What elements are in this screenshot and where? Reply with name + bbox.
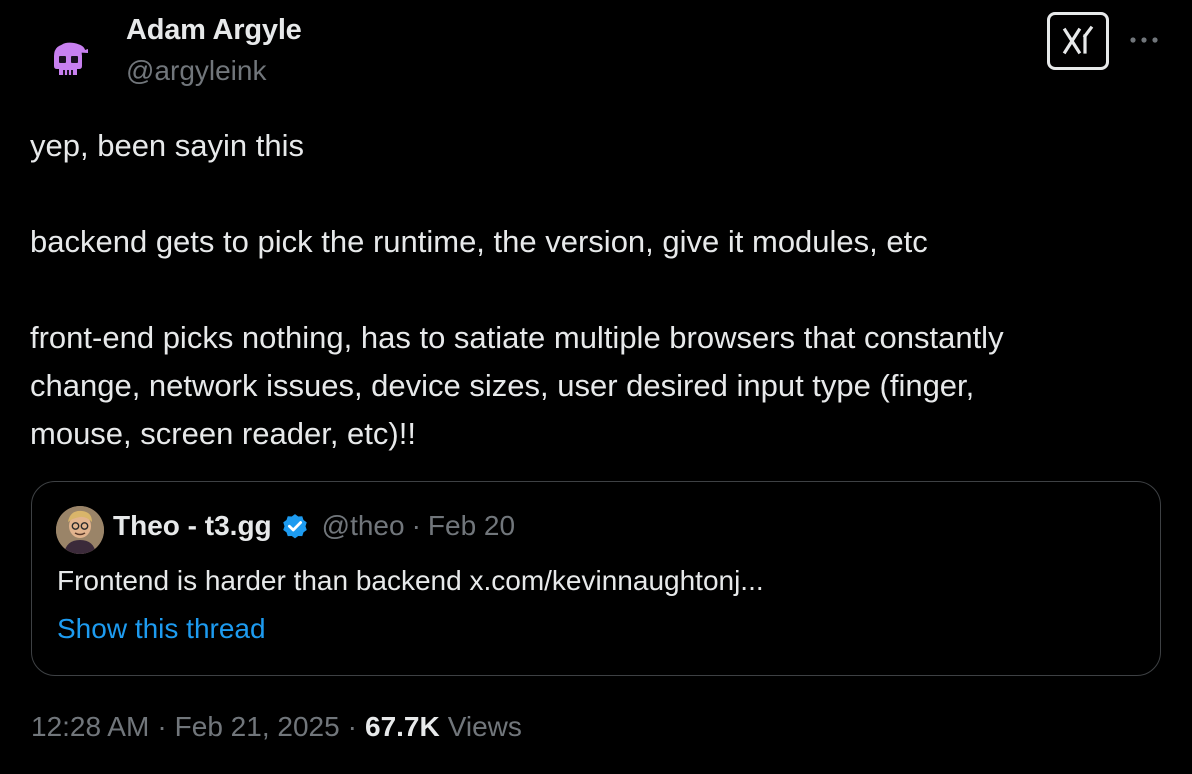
quote-author-handle[interactable]: @theo	[322, 510, 405, 542]
more-icon	[1130, 37, 1158, 43]
quote-author-avatar[interactable]	[56, 506, 104, 554]
tweet: Adam Argyle @argyleink yep, been sayin t…	[0, 0, 1192, 774]
quote-header: Theo - t3.gg @theo · Feb 20	[113, 510, 515, 542]
quote-tweet-card[interactable]: Theo - t3.gg @theo · Feb 20 Frontend is …	[31, 481, 1161, 676]
views-label: Views	[447, 711, 522, 742]
quote-date[interactable]: Feb 20	[428, 510, 515, 542]
tweet-text: yep, been sayin this backend gets to pic…	[30, 122, 1170, 458]
verified-badge-icon	[282, 514, 307, 539]
tweet-line: backend gets to pick the runtime, the ve…	[30, 224, 928, 259]
quote-text: Frontend is harder than backend x.com/ke…	[57, 565, 764, 596]
grok-button[interactable]	[1047, 12, 1109, 70]
meta-separator: ·	[157, 711, 167, 742]
views-count: 67.7K	[365, 711, 440, 742]
grok-icon	[1062, 25, 1094, 55]
person-avatar-icon	[56, 506, 104, 554]
tweet-line: mouse, screen reader, etc)!!	[30, 416, 416, 451]
tweet-time[interactable]: 12:28 AM	[31, 711, 149, 743]
tweet-line: yep, been sayin this	[30, 128, 305, 163]
meta-separator: ·	[347, 711, 357, 742]
tweet-line: change, network issues, device sizes, us…	[30, 368, 975, 403]
quote-author-name[interactable]: Theo - t3.gg	[113, 510, 272, 542]
show-thread-link[interactable]: Show this thread	[57, 613, 266, 645]
author-name[interactable]: Adam Argyle	[126, 14, 302, 47]
more-button[interactable]	[1124, 22, 1164, 58]
author-avatar[interactable]	[30, 22, 106, 98]
skull-avatar-icon	[54, 42, 88, 75]
meta-separator: ·	[411, 510, 421, 541]
tweet-footer: 12:28 AM · Feb 21, 2025 · 67.7K Views	[31, 711, 522, 743]
tweet-date[interactable]: Feb 21, 2025	[175, 711, 340, 743]
author-handle[interactable]: @argyleink	[126, 55, 266, 87]
tweet-line: front-end picks nothing, has to satiate …	[30, 320, 1004, 355]
